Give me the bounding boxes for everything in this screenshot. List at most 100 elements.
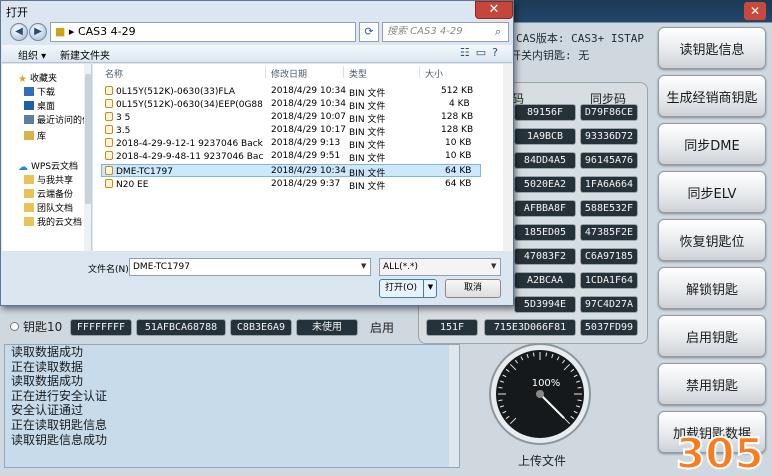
sync-elv-button[interactable]: 同步ELV bbox=[658, 171, 766, 213]
file-icon bbox=[105, 179, 113, 188]
log-line: 读取钥匙信息成功 bbox=[11, 432, 108, 447]
grid-cell: A2BCAA bbox=[514, 272, 576, 289]
desktop-icon bbox=[24, 101, 34, 110]
search-input[interactable]: 搜索 CAS3 4-29 bbox=[382, 22, 509, 42]
file-icon bbox=[105, 86, 113, 95]
column-header-name[interactable]: 名称 bbox=[105, 67, 123, 80]
help-icon[interactable]: ? bbox=[492, 46, 504, 59]
gauge-tick bbox=[498, 386, 503, 389]
key-in-switch-label: 开关内钥匙: 无 bbox=[510, 49, 590, 62]
nav-libraries[interactable]: 库 bbox=[24, 129, 46, 142]
log-line: 正在读取数据 bbox=[11, 359, 84, 374]
disable-key-button[interactable]: 禁用钥匙 bbox=[658, 363, 766, 405]
nav-desktop[interactable]: 桌面 bbox=[24, 99, 55, 112]
nav-scroll-thumb[interactable] bbox=[85, 74, 91, 204]
log-scrollbar[interactable] bbox=[449, 345, 459, 467]
file-row[interactable]: 3.5 2018/4/29 10:17 BIN 文件 128 KB bbox=[101, 124, 481, 138]
grid-cell: 93336D72 bbox=[580, 128, 638, 145]
grid-cell: 47083F2 bbox=[514, 248, 576, 265]
grid-cell: C6A97185 bbox=[580, 248, 638, 265]
log-line: 安全认证通过 bbox=[11, 403, 84, 418]
status-log: 读取数据成功 正在读取数据 读取数据成功 正在进行安全认证 安全认证通过 正在读… bbox=[4, 344, 460, 468]
unlock-key-button[interactable]: 解锁钥匙 bbox=[658, 267, 766, 309]
grid-cell: 5D3994E bbox=[514, 296, 576, 313]
grid-cell: 588E532F bbox=[580, 200, 638, 217]
file-row[interactable]: 2018-4-29-9-12-1 9237046 BackEEPR...2018… bbox=[101, 137, 481, 151]
filename-input[interactable]: DME-TC1797 bbox=[129, 258, 371, 276]
forward-arrow-icon[interactable]: ▶ bbox=[29, 23, 47, 41]
file-icon bbox=[105, 99, 113, 108]
nav-my-cloud-docs[interactable]: 我的云文档 bbox=[24, 215, 82, 228]
folder-icon bbox=[24, 217, 34, 226]
grid-cell: 96145A76 bbox=[580, 152, 638, 169]
file-icon bbox=[105, 125, 113, 134]
chevron-down-icon[interactable]: ▼ bbox=[361, 262, 366, 270]
column-header-type[interactable]: 类型 bbox=[349, 67, 367, 80]
key10-label: 钥匙10 bbox=[23, 320, 63, 334]
nav-favorites[interactable]: ★ 收藏夹 bbox=[18, 71, 57, 85]
download-icon bbox=[24, 87, 34, 96]
app-close-button[interactable]: ✕ bbox=[744, 2, 766, 20]
file-row[interactable]: N20 EE 2018/4/29 9:37 BIN 文件 64 KB bbox=[101, 178, 481, 192]
nav-wps-cloud[interactable]: ☁ WPS云文档 bbox=[18, 159, 78, 173]
view-options-icon[interactable]: ☷ bbox=[460, 46, 476, 59]
chevron-down-icon[interactable]: ▼ bbox=[491, 262, 496, 270]
address-path: CAS3 4-29 bbox=[77, 25, 136, 38]
search-icon: ⌕ bbox=[495, 25, 502, 38]
gauge-tick bbox=[577, 399, 582, 402]
upload-file-label: 上传文件 bbox=[518, 454, 567, 468]
recent-places-icon bbox=[24, 115, 34, 124]
dialog-close-button[interactable]: ✕ bbox=[475, 1, 513, 19]
nav-recent[interactable]: 最近访问的位 bbox=[24, 113, 91, 126]
filetype-select[interactable]: ALL(*.*) bbox=[379, 258, 501, 276]
address-bar[interactable]: ■ ▸ CAS3 4-29 bbox=[50, 22, 356, 42]
grid-cell: 1FA6A664 bbox=[580, 176, 638, 193]
file-row[interactable]: 3 5 2018/4/29 10:07 BIN 文件 128 KB bbox=[101, 111, 481, 125]
grid-cell: 47385F2E bbox=[580, 224, 638, 241]
organize-menu[interactable]: 组织 ▾ bbox=[18, 47, 46, 62]
grid-cell: 89156F bbox=[514, 104, 576, 121]
gauge-tick bbox=[498, 399, 503, 402]
key10-cell: C8B3E6A9 bbox=[230, 319, 292, 336]
preview-pane-icon[interactable]: ▭ bbox=[476, 46, 492, 59]
file-row[interactable]: 0L15Y(512K)-0630(34)EEP(0G88212_B...2018… bbox=[101, 98, 481, 112]
new-folder-button[interactable]: 新建文件夹 bbox=[60, 47, 110, 62]
grid-cell: 1CDA1F64 bbox=[580, 272, 638, 289]
enable-key-button[interactable]: 启用钥匙 bbox=[658, 315, 766, 357]
file-icon bbox=[105, 166, 113, 175]
file-row[interactable]: 2018-4-29-9-48-11 9237046 BackEEPR...201… bbox=[101, 150, 481, 164]
grid-cell: 185ED05 bbox=[514, 224, 576, 241]
key10-cell: 51AFBCA68788 bbox=[136, 319, 226, 336]
key10-radio[interactable] bbox=[10, 322, 19, 331]
gauge-tick bbox=[532, 352, 535, 357]
restore-key-slot-button[interactable]: 恢复钥匙位 bbox=[658, 219, 766, 261]
folder-icon bbox=[24, 175, 34, 184]
breadcrumb-chevron-icon: ▸ bbox=[68, 25, 78, 38]
nav-scrollbar[interactable] bbox=[84, 64, 91, 251]
upload-gauge: 100% bbox=[488, 342, 592, 446]
nav-team-docs[interactable]: 团队文档 bbox=[24, 201, 73, 214]
dialog-title: 打开 bbox=[6, 6, 28, 19]
generate-dealer-key-button[interactable]: 生成经销商钥匙 bbox=[658, 75, 766, 117]
navigation-pane: ★ 收藏夹 下载 桌面 最近访问的位 库 ☁ WPS云文档 与我共享 云端备份 团队… bbox=[2, 64, 92, 251]
file-list-scrollbar[interactable] bbox=[503, 64, 513, 251]
nav-shared[interactable]: 与我共享 bbox=[24, 173, 73, 186]
nav-downloads[interactable]: 下载 bbox=[24, 85, 55, 98]
cancel-button[interactable]: 取消 bbox=[445, 279, 501, 298]
file-icon bbox=[105, 151, 113, 160]
open-dropdown-icon[interactable]: ▼ bbox=[423, 279, 437, 298]
sync-dme-button[interactable]: 同步DME bbox=[658, 123, 766, 165]
grid-cell: 5037FD99 bbox=[580, 319, 638, 336]
refresh-icon[interactable]: ⟳ bbox=[359, 22, 379, 42]
file-row[interactable]: 0L15Y(512K)-0630(33)FLA 2018/4/29 10:34 BI… bbox=[101, 85, 481, 99]
column-header-date[interactable]: 修改日期 bbox=[271, 67, 307, 80]
grid-cell: 97C4D27A bbox=[580, 296, 638, 313]
back-arrow-icon[interactable]: ◀ bbox=[10, 23, 28, 41]
grid-cell: 84DD4A5 bbox=[514, 152, 576, 169]
file-row-selected[interactable]: DME-TC1797 2018/4/29 10:34 BIN 文件 64 KB bbox=[101, 164, 481, 179]
gauge-value-text: 100% bbox=[532, 378, 561, 389]
column-header-size[interactable]: 大小 bbox=[425, 67, 443, 80]
read-key-info-button[interactable]: 读钥匙信息 bbox=[658, 27, 766, 69]
filename-label: 文件名(N): bbox=[88, 265, 132, 275]
nav-cloud-backup[interactable]: 云端备份 bbox=[24, 187, 73, 200]
